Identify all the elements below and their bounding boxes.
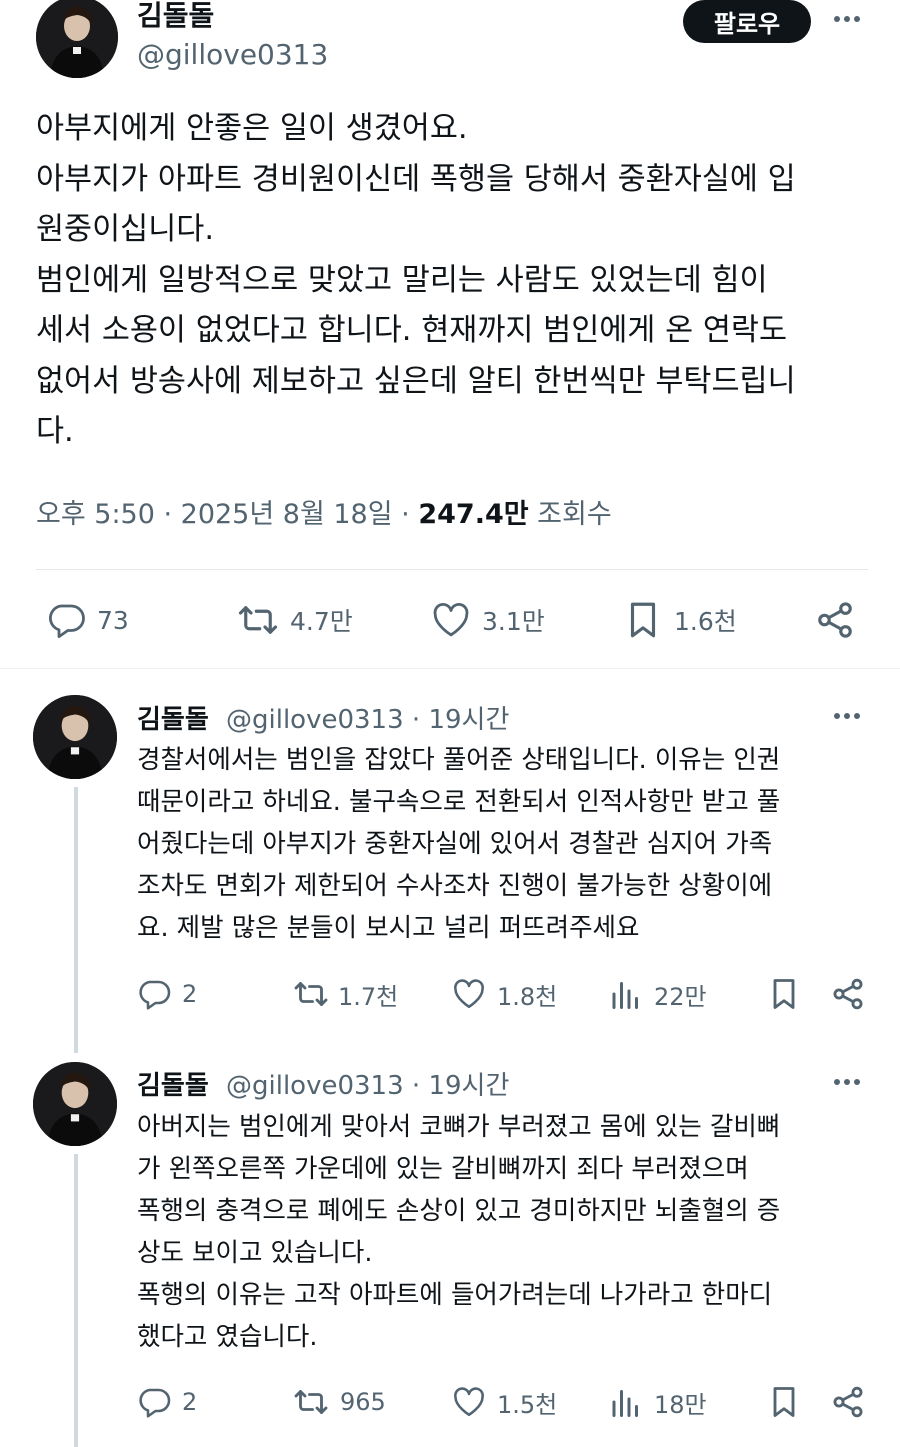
thread-line xyxy=(74,787,78,1053)
reply-text: 아버지는 범인에게 맞아서 코뼈가 부러졌고 몸에 있는 갈비뼈 가 왼쪽오른쪽… xyxy=(137,1106,877,1358)
share-button[interactable] xyxy=(830,1384,866,1420)
share-icon xyxy=(833,1386,863,1418)
text-line: 아버지는 범인에게 맞아서 코뼈가 부러졌고 몸에 있는 갈비뼈 xyxy=(137,1112,781,1142)
main-author-avatar[interactable] xyxy=(36,0,118,78)
retweet-button[interactable]: 965 xyxy=(292,1384,386,1420)
views-button[interactable]: 22만 xyxy=(608,976,707,1012)
like-count: 1.5천 xyxy=(497,1390,558,1419)
share-button[interactable] xyxy=(814,599,856,641)
follow-button[interactable]: 팔로우 xyxy=(683,0,811,43)
retweet-button[interactable]: 4.7만 xyxy=(236,599,353,641)
text-line: 경찰서에서는 범인을 잡았다 풀어준 상태입니다. 이유는 인권 xyxy=(137,745,781,775)
text-line: 상도 보이고 있습니다. xyxy=(137,1238,373,1268)
text-line: 어줬다는데 아부지가 중환자실에 있어서 경찰관 심지어 가족 xyxy=(137,829,773,859)
views-icon xyxy=(612,1390,638,1417)
views-button[interactable]: 18만 xyxy=(608,1384,707,1420)
retweet-count: 1.7천 xyxy=(338,982,399,1011)
bookmark-button[interactable]: 1.6천 xyxy=(622,599,737,641)
text-line: 아부지에게 안좋은 일이 생겼어요. xyxy=(36,111,468,146)
text-line: 가 왼쪽오른쪽 가운데에 있는 갈비뼈까지 죄다 부러졌으며 xyxy=(137,1154,749,1184)
reply-author-avatar[interactable] xyxy=(33,695,117,779)
text-line: 다. xyxy=(36,414,74,449)
retweet-button[interactable]: 1.7천 xyxy=(292,976,398,1012)
share-icon xyxy=(818,602,852,638)
more-icon[interactable] xyxy=(834,16,860,22)
bookmark-button[interactable] xyxy=(766,976,802,1012)
text-line: 때문이라고 하네요. 불구속으로 전환되서 인적사항만 받고 풀 xyxy=(137,787,781,817)
views-count: 247.4만 xyxy=(418,499,529,530)
reply-button[interactable]: 2 xyxy=(136,976,197,1012)
text-line: 세서 소용이 없었다고 합니다. 현재까지 범인에게 온 연락도 xyxy=(36,313,787,348)
retweet-count: 965 xyxy=(340,1388,386,1416)
views-label: 조회수 xyxy=(528,499,612,530)
main-author-handle[interactable]: @gillove0313 xyxy=(137,38,328,71)
reply-button[interactable]: 73 xyxy=(45,599,129,641)
reply-author-name[interactable]: 김돌돌 xyxy=(137,699,209,736)
retweet-icon xyxy=(294,982,328,1006)
reply-handle[interactable]: @gillove0313 xyxy=(226,1071,404,1101)
text-line: 범인에게 일방적으로 맞았고 말리는 사람도 있었는데 힘이 xyxy=(36,262,768,298)
text-line: 없어서 방송사에 제보하고 싶은데 알티 한번씩만 부탁드립니 xyxy=(36,363,796,399)
retweet-icon xyxy=(238,606,278,634)
bookmark-icon xyxy=(773,979,795,1009)
section-divider xyxy=(0,668,900,669)
reply-count: 2 xyxy=(182,1388,198,1416)
views-count: 22만 xyxy=(654,982,707,1011)
share-icon xyxy=(833,978,863,1010)
text-line: 했다고 였습니다. xyxy=(137,1322,318,1352)
share-button[interactable] xyxy=(830,976,866,1012)
more-icon[interactable] xyxy=(834,1079,860,1085)
bookmark-icon xyxy=(773,1387,795,1417)
views-count: 18만 xyxy=(654,1390,707,1419)
text-line: 요. 제발 많은 분들이 보시고 널리 퍼뜨려주세요 xyxy=(137,913,640,943)
retweet-count: 4.7만 xyxy=(290,607,353,636)
reply-time[interactable]: 19시간 xyxy=(428,1071,509,1101)
text-line: 조차도 면회가 제한되어 수사조차 진행이 불가능한 상황이에 xyxy=(137,871,773,901)
reply-count: 73 xyxy=(97,605,129,635)
thread-line xyxy=(74,1154,78,1447)
bookmark-count: 1.6천 xyxy=(674,607,737,636)
reply-author-handle: @gillove0313 · 19시간 xyxy=(226,705,510,735)
reply-button[interactable]: 2 xyxy=(136,1384,197,1420)
reply-handle[interactable]: @gillove0313 xyxy=(226,705,404,735)
text-line: 원중이십니다. xyxy=(36,212,215,247)
reply-icon xyxy=(139,980,171,1010)
text-line: 폭행의 이유는 고작 아파트에 들어가려는데 나가라고 한마디 xyxy=(137,1280,773,1310)
like-button[interactable]: 1.5천 xyxy=(451,1384,557,1420)
like-count: 3.1만 xyxy=(482,607,545,636)
retweet-icon xyxy=(294,1390,328,1414)
text-line: 아부지가 아파트 경비원이신데 폭행을 당해서 중환자실에 입 xyxy=(36,161,796,197)
main-author-name[interactable]: 김돌돌 xyxy=(137,0,214,34)
reply-time[interactable]: 19시간 xyxy=(428,705,509,735)
like-button[interactable]: 3.1만 xyxy=(430,599,545,641)
views-icon xyxy=(612,982,638,1009)
reply-author-avatar[interactable] xyxy=(33,1062,117,1146)
reply-text: 경찰서에서는 범인을 잡았다 풀어준 상태입니다. 이유는 인권 때문이라고 하… xyxy=(137,739,877,949)
text-line: 폭행의 충격으로 폐에도 손상이 있고 경미하지만 뇌출혈의 증 xyxy=(137,1196,781,1226)
reply-icon xyxy=(49,604,85,639)
like-icon xyxy=(454,979,484,1009)
like-count: 1.8천 xyxy=(497,982,558,1011)
reply-icon xyxy=(139,1388,171,1418)
like-icon xyxy=(454,1387,484,1417)
like-button[interactable]: 1.8천 xyxy=(451,976,557,1012)
reply-count: 2 xyxy=(182,980,198,1008)
reply-author-handle: @gillove0313 · 19시간 xyxy=(226,1071,510,1101)
more-icon[interactable] xyxy=(834,713,860,719)
divider xyxy=(36,569,868,570)
bookmark-button[interactable] xyxy=(766,1384,802,1420)
reply-author-name[interactable]: 김돌돌 xyxy=(137,1065,209,1102)
timestamp[interactable]: 오후 5:50 · 2025년 8월 18일 · xyxy=(36,499,418,530)
main-tweet-text: 아부지에게 안좋은 일이 생겼어요. 아부지가 아파트 경비원이신데 폭행을 당… xyxy=(36,104,876,458)
like-icon xyxy=(433,603,469,637)
tweet-meta: 오후 5:50 · 2025년 8월 18일 · 247.4만 조회수 xyxy=(36,492,612,531)
bookmark-icon xyxy=(630,602,656,638)
